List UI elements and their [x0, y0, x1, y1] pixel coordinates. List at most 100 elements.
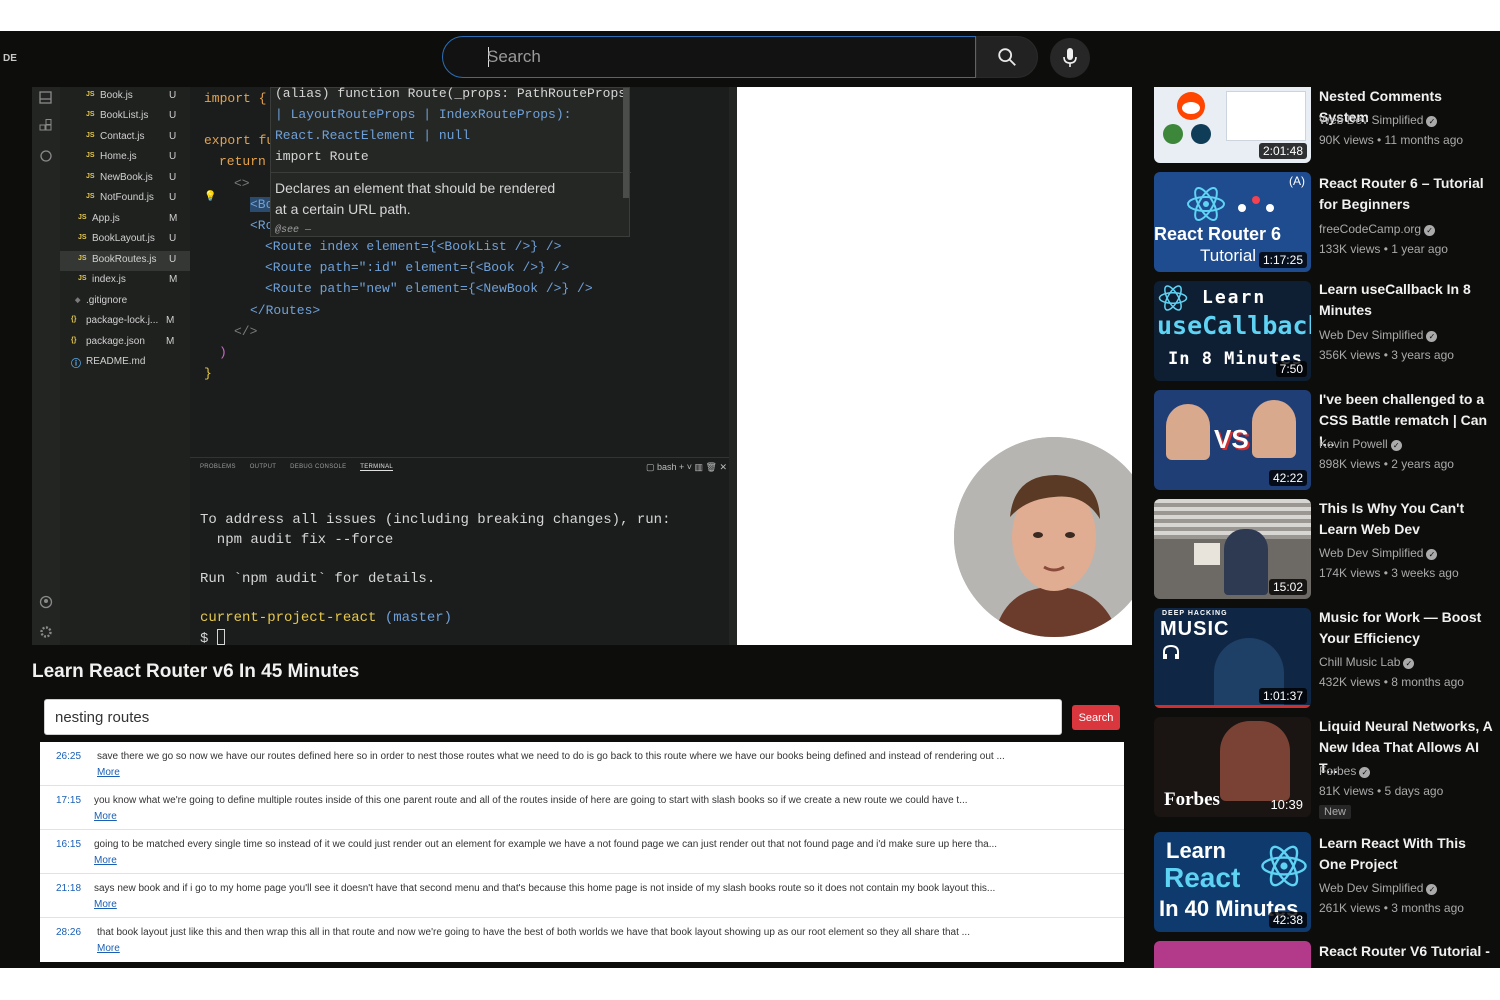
video-channel[interactable]: Chill Music Lab ✓ — [1319, 655, 1415, 669]
video-title[interactable]: React Router 6 – Tutorial for Beginners — [1319, 173, 1493, 215]
recommended-video[interactable]: (A) React Router 6 Tutorial 1:17:25 Reac… — [1150, 172, 1500, 281]
result-timestamp[interactable]: 17:15 — [56, 795, 81, 806]
file-item[interactable]: JS App.js M — [60, 210, 190, 230]
file-item[interactable]: JS Home.js U — [60, 148, 190, 168]
tooltip-scrollbar[interactable] — [623, 88, 629, 198]
thumbnail-bigtext: React — [1164, 862, 1241, 893]
tooltip-signature: (alias) function Route(_props: PathRoute… — [275, 87, 627, 101]
more-link[interactable]: More — [97, 943, 120, 954]
tooltip-signature: | LayoutRouteProps | IndexRouteProps): — [275, 107, 572, 122]
video-title[interactable]: This Is Why You Can't Learn Web Dev — [1319, 498, 1493, 540]
file-item[interactable]: {} package-lock.j... M — [60, 312, 190, 332]
video-title[interactable]: React Router V6 Tutorial - — [1319, 941, 1493, 962]
video-channel[interactable]: Web Dev Simplified ✓ — [1319, 546, 1438, 560]
recommended-video[interactable]: React Router V6 Tutorial - — [1150, 941, 1500, 968]
vscode-activity-bar — [32, 87, 60, 645]
tab-terminal[interactable]: TERMINAL — [360, 464, 394, 471]
video-title[interactable]: Music for Work — Boost Your Efficiency — [1319, 607, 1493, 649]
recommended-video[interactable]: Learn useCallback In 8 Minutes 7:50 Lear… — [1150, 281, 1500, 390]
video-thumbnail[interactable]: 2:01:48 — [1154, 87, 1311, 163]
tab-problems[interactable]: PROBLEMS — [200, 464, 236, 470]
transcript-search-input[interactable] — [55, 700, 1045, 734]
video-thumbnail[interactable]: (A) React Router 6 Tutorial 1:17:25 — [1154, 172, 1311, 272]
voice-search-button[interactable] — [1050, 38, 1090, 78]
video-thumbnail[interactable]: Learn useCallback In 8 Minutes 7:50 — [1154, 281, 1311, 381]
file-item-active[interactable]: JS BookRoutes.js U — [60, 251, 190, 271]
video-thumbnail[interactable]: Forbes 10:39 — [1154, 717, 1311, 817]
editor-scrollbar[interactable] — [729, 87, 737, 645]
recommended-video[interactable]: VS 42:22 I've been challenged to a CSS B… — [1150, 390, 1500, 499]
sign-image — [1194, 543, 1220, 565]
transcript-result[interactable]: 28:26 that book layout just like this an… — [40, 918, 1124, 962]
video-channel[interactable]: Web Dev Simplified ✓ — [1319, 113, 1438, 127]
more-link[interactable]: More — [94, 899, 117, 910]
file-item[interactable]: JS Book.js U — [60, 87, 190, 107]
file-item[interactable]: JS NewBook.js U — [60, 169, 190, 189]
video-thumbnail[interactable] — [1154, 941, 1311, 968]
tooltip-signature: React.ReactElement | null — [275, 128, 471, 143]
search-button[interactable] — [976, 36, 1038, 78]
transcript-result[interactable]: 26:25 save there we go so now we have ou… — [40, 742, 1124, 786]
result-timestamp[interactable]: 16:15 — [56, 839, 81, 850]
transcript-search-box[interactable] — [44, 699, 1062, 735]
code-line: <Route path=":id" element={<Book />} /> — [265, 260, 570, 275]
video-thumbnail[interactable]: 15:02 — [1154, 499, 1311, 599]
transcript-search-button[interactable]: Search — [1072, 705, 1120, 730]
thumbnail-subtext: Tutorial — [1200, 246, 1257, 265]
file-item[interactable]: {} package.json M — [60, 333, 190, 353]
thumbnail-bigtext: useCallback — [1157, 311, 1311, 340]
transcript-result[interactable]: 21:18 says new book and if i go to my ho… — [40, 874, 1124, 918]
tab-output[interactable]: OUTPUT — [250, 464, 276, 470]
result-timestamp[interactable]: 26:25 — [56, 751, 81, 762]
search-box[interactable] — [442, 36, 976, 78]
file-item[interactable]: JS index.js M — [60, 271, 190, 291]
file-item[interactable]: ⓘ README.md — [60, 353, 190, 373]
verified-check-icon: ✓ — [1426, 331, 1438, 342]
youtube-app: DE JSBook.jsU — [0, 31, 1500, 968]
video-thumbnail[interactable]: VS 42:22 — [1154, 390, 1311, 490]
lightbulb-icon[interactable]: 💡 — [204, 191, 216, 203]
video-duration: 15:02 — [1268, 579, 1307, 595]
video-title[interactable]: Learn React With This One Project — [1319, 833, 1493, 875]
transcript-result[interactable]: 16:15 going to be matched every single t… — [40, 830, 1124, 874]
video-player[interactable]: JS Book.js U JS BookList.js U JS Contact.js U … — [32, 87, 1132, 645]
js-file-icon: JS — [86, 173, 95, 180]
video-channel[interactable]: freeCodeCamp.org ✓ — [1319, 222, 1436, 236]
file-item[interactable]: JS Contact.js U — [60, 128, 190, 148]
gitignore-file-icon: ◆ — [75, 297, 81, 304]
video-thumbnail[interactable]: Learn React In 40 Minutes 42:38 — [1154, 832, 1311, 932]
code-line: <> — [234, 176, 250, 191]
video-channel[interactable]: Web Dev Simplified ✓ — [1319, 881, 1438, 895]
file-item[interactable]: JS BookLayout.js U — [60, 230, 190, 250]
recommended-video[interactable]: 15:02 This Is Why You Can't Learn Web De… — [1150, 499, 1500, 608]
more-link[interactable]: More — [97, 767, 120, 778]
tab-debug-console[interactable]: DEBUG CONSOLE — [290, 464, 346, 470]
panel-toolbar[interactable]: ▢ bash + ˅ ▥ 🗑 ✕ — [646, 462, 727, 473]
file-item[interactable]: JS NotFound.js U — [60, 189, 190, 209]
js-file-icon: JS — [86, 132, 95, 139]
video-duration: 42:22 — [1268, 470, 1307, 486]
terminal-panel: PROBLEMS OUTPUT DEBUG CONSOLE TERMINAL ▢… — [190, 457, 737, 645]
search-input[interactable] — [487, 37, 967, 77]
video-title[interactable]: Learn useCallback In 8 Minutes — [1319, 279, 1493, 321]
file-item[interactable]: ◆ .gitignore — [60, 292, 190, 312]
react-icon — [1158, 285, 1188, 311]
video-channel[interactable]: Web Dev Simplified ✓ — [1319, 328, 1438, 342]
video-thumbnail[interactable]: DEEP HACKING MUSIC 1:01:37 — [1154, 608, 1311, 708]
recommended-video[interactable]: Learn React In 40 Minutes 42:38 Learn Re… — [1150, 832, 1500, 941]
file-item[interactable]: JS BookList.js U — [60, 107, 190, 127]
more-link[interactable]: More — [94, 811, 117, 822]
more-link[interactable]: More — [94, 855, 117, 866]
js-file-icon: JS — [78, 234, 87, 241]
recommended-video[interactable]: Forbes 10:39 Liquid Neural Networks, A N… — [1150, 717, 1500, 826]
js-file-icon: JS — [78, 214, 87, 221]
recommended-video[interactable]: DEEP HACKING MUSIC 1:01:37 Music for Wor… — [1150, 608, 1500, 717]
nodejs-icon — [1163, 124, 1183, 144]
terminal-input[interactable]: $ — [200, 629, 225, 645]
video-channel[interactable]: Kevin Powell ✓ — [1319, 437, 1402, 451]
result-timestamp[interactable]: 21:18 — [56, 883, 81, 894]
transcript-result[interactable]: 17:15 you know what we're going to defin… — [40, 786, 1124, 830]
result-timestamp[interactable]: 28:26 — [56, 927, 81, 938]
js-file-icon: JS — [78, 255, 87, 262]
video-channel[interactable]: Forbes ✓ — [1319, 764, 1371, 778]
